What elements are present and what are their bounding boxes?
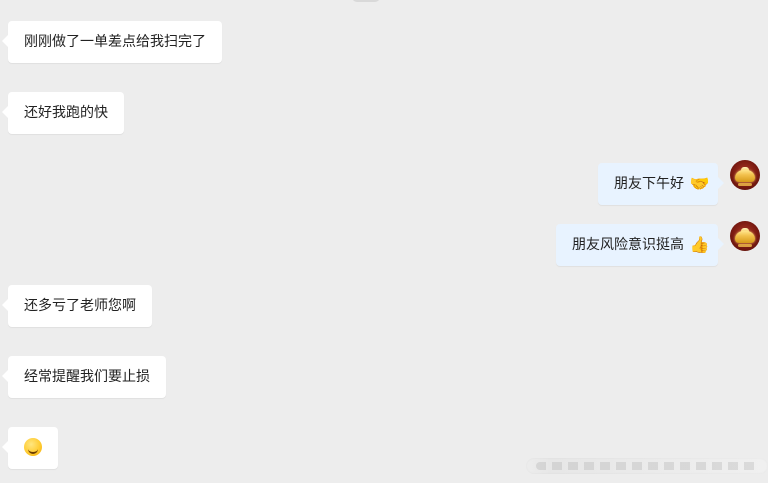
avatar-decoration — [738, 183, 752, 186]
incoming-message-bubble[interactable]: 还好我跑的快 — [2, 92, 124, 134]
incoming-message-tail — [2, 106, 8, 118]
user-avatar[interactable] — [730, 160, 760, 190]
outgoing-message-tail — [718, 238, 724, 250]
incoming-message-tail — [2, 299, 8, 311]
incoming-message-tail — [2, 370, 8, 382]
chat-window: 刚刚做了一单差点给我扫完了 还好我跑的快 朋友下午好 🤝 朋友风险意识挺高 👍 … — [0, 0, 768, 483]
avatar-decoration — [738, 244, 752, 247]
outgoing-message-text: 朋友风险意识挺高 — [572, 237, 684, 253]
gold-ingot-body — [735, 170, 755, 182]
blurred-preview-bar — [536, 462, 758, 470]
outgoing-message-text: 朋友下午好 — [614, 176, 684, 192]
incoming-message-bubble[interactable]: 刚刚做了一单差点给我扫完了 — [2, 21, 222, 63]
outgoing-message-bubble[interactable]: 朋友风险意识挺高 👍 — [556, 224, 724, 266]
scroll-to-bottom-indicator[interactable] — [526, 458, 768, 474]
incoming-message-text: 还好我跑的快 — [24, 105, 108, 121]
smiley-emoji-icon — [24, 438, 42, 456]
thumbs-up-emoji-icon: 👍 — [689, 235, 710, 254]
gold-ingot-body — [735, 231, 755, 243]
incoming-message-text: 经常提醒我们要止损 — [24, 369, 150, 385]
handshake-emoji-icon: 🤝 — [689, 174, 710, 193]
incoming-message-bubble[interactable]: 还多亏了老师您啊 — [2, 285, 152, 327]
incoming-message-bubble[interactable] — [2, 427, 58, 469]
outgoing-message-tail — [718, 177, 724, 189]
incoming-message-tail — [2, 441, 8, 453]
incoming-message-text: 还多亏了老师您啊 — [24, 298, 136, 314]
top-fade — [352, 0, 380, 2]
outgoing-message-bubble[interactable]: 朋友下午好 🤝 — [598, 163, 724, 205]
incoming-message-tail — [2, 35, 8, 47]
user-avatar[interactable] — [730, 221, 760, 251]
incoming-message-text: 刚刚做了一单差点给我扫完了 — [24, 34, 206, 50]
incoming-message-bubble[interactable]: 经常提醒我们要止损 — [2, 356, 166, 398]
